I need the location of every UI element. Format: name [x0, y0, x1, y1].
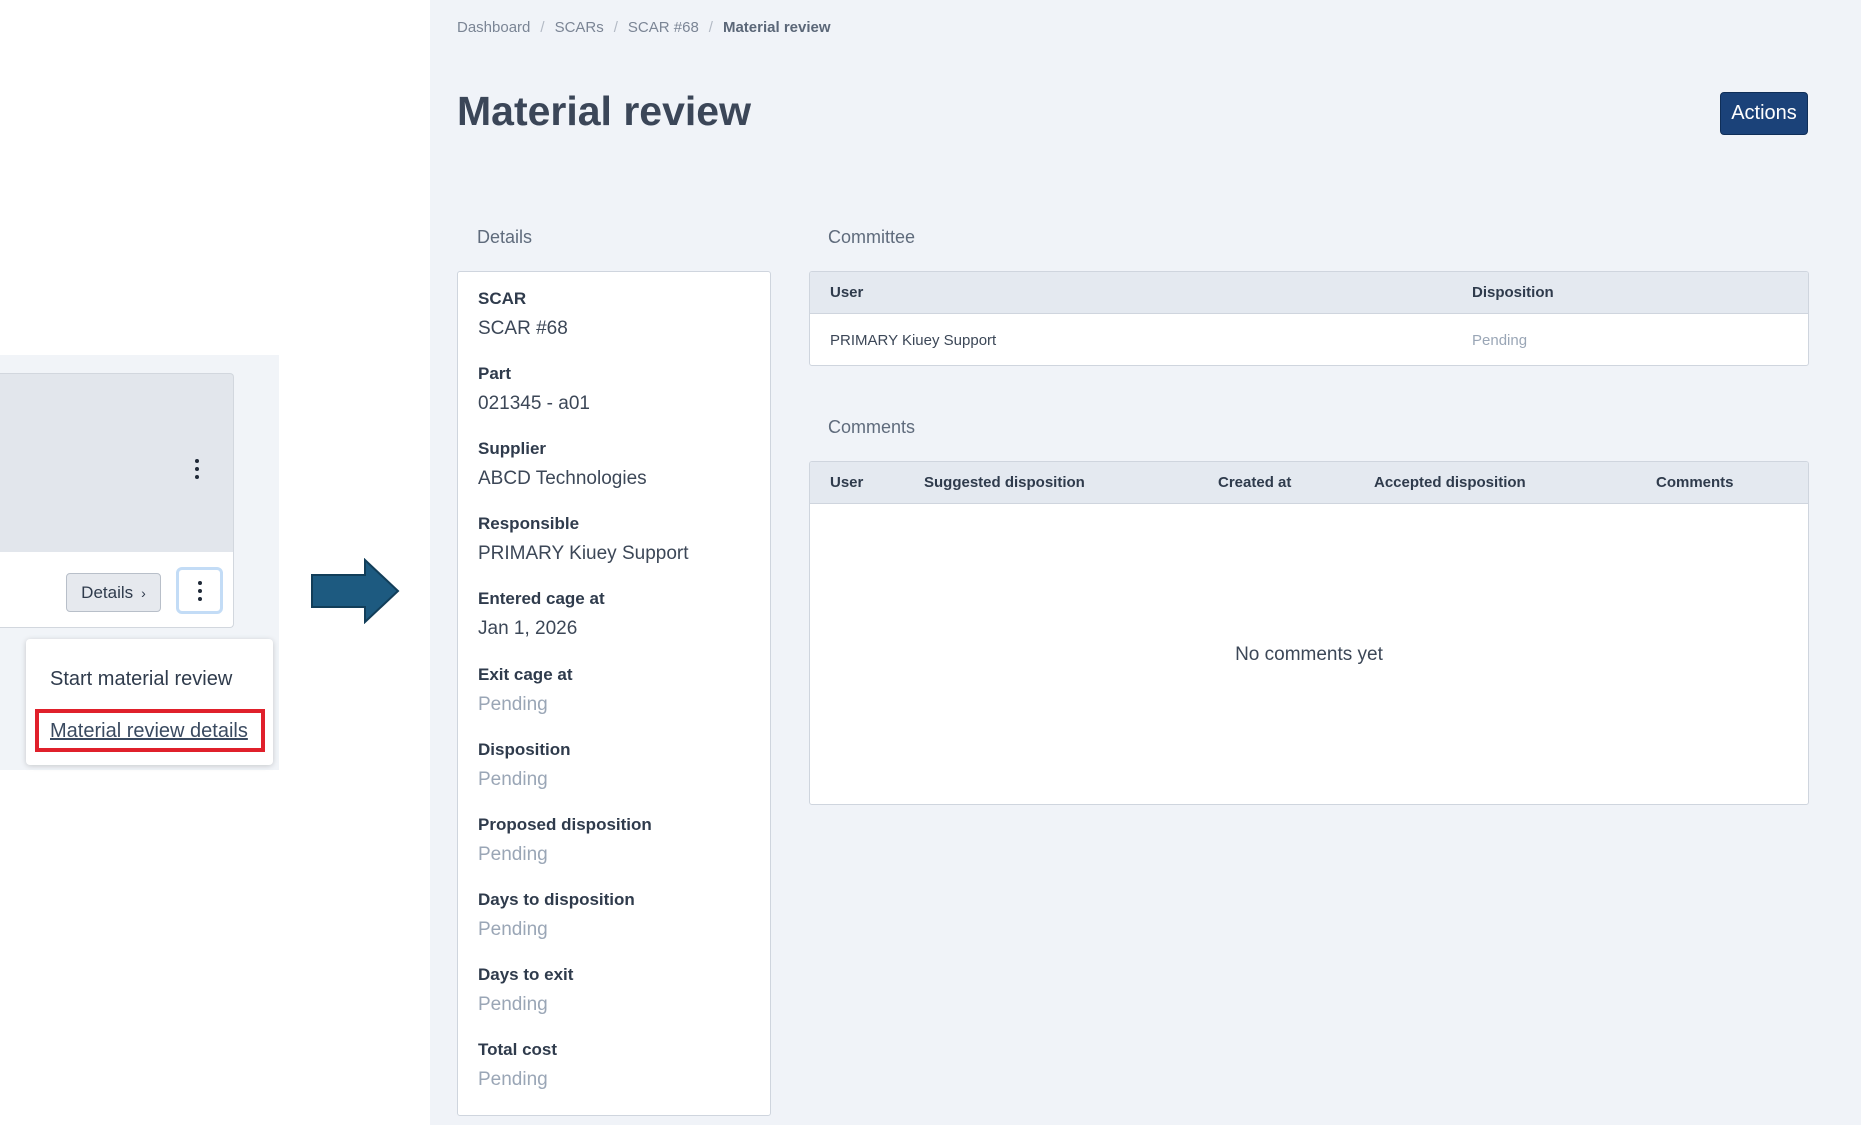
column-header-created-at[interactable]: Created at: [1218, 474, 1291, 491]
menu-item-start-material-review[interactable]: Start material review: [50, 668, 232, 691]
column-header-suggested-disposition[interactable]: Suggested disposition: [924, 474, 1085, 491]
more-options-button[interactable]: [176, 567, 223, 614]
field-supplier: Supplier ABCD Technologies: [478, 439, 647, 490]
breadcrumb-scar-68[interactable]: SCAR #68: [628, 19, 699, 36]
field-value: SCAR #68: [478, 318, 568, 339]
field-label: Days to disposition: [478, 890, 635, 909]
column-header-disposition[interactable]: Disposition: [1472, 284, 1554, 301]
field-responsible: Responsible PRIMARY Kiuey Support: [478, 514, 689, 565]
column-header-user[interactable]: User: [830, 474, 863, 491]
details-section-label: Details: [477, 227, 533, 247]
field-scar: SCAR SCAR #68: [478, 289, 568, 340]
chevron-right-icon: ›: [141, 584, 146, 601]
card-header: [0, 373, 234, 553]
field-disposition: Disposition Pending: [478, 740, 571, 791]
kebab-icon: [197, 580, 202, 585]
breadcrumb-separator: /: [540, 19, 545, 36]
field-value: Pending: [478, 1069, 548, 1090]
cell-disposition: Pending: [1472, 332, 1528, 349]
field-value: Jan 1, 2026: [478, 618, 578, 639]
highlight-box: [35, 709, 265, 752]
column-header-user[interactable]: User: [830, 284, 863, 301]
column-header-accepted-disposition[interactable]: Accepted disposition: [1374, 474, 1526, 491]
field-exit-cage-at: Exit cage at Pending: [478, 665, 573, 716]
field-label: Entered cage at: [478, 589, 605, 608]
card-inset: Details › Start material review Material…: [0, 355, 279, 770]
actions-button[interactable]: Actions: [1720, 92, 1808, 135]
field-value: Pending: [478, 844, 548, 865]
field-value: Pending: [478, 769, 548, 790]
table-header: User Disposition: [810, 272, 1808, 314]
details-button-label: Details: [81, 582, 134, 602]
field-value: Pending: [478, 919, 548, 940]
field-total-cost: Total cost Pending: [478, 1040, 557, 1091]
column-header-comments[interactable]: Comments: [1656, 474, 1734, 491]
breadcrumb-separator: /: [708, 19, 713, 36]
kebab-icon[interactable]: [194, 459, 200, 479]
comments-table: User Suggested disposition Created at Ac…: [809, 461, 1809, 805]
field-value: 021345 - a01: [478, 393, 590, 414]
field-days-to-exit: Days to exit Pending: [478, 965, 573, 1016]
field-entered-cage-at: Entered cage at Jan 1, 2026: [478, 589, 605, 640]
details-panel: SCAR SCAR #68 Part 021345 - a01 Supplier…: [457, 271, 771, 1116]
field-label: SCAR: [478, 289, 527, 308]
field-label: Part: [478, 364, 512, 383]
details-button[interactable]: Details ›: [66, 573, 161, 612]
field-label: Proposed disposition: [478, 815, 652, 834]
breadcrumb-current: Material review: [722, 19, 831, 36]
field-label: Responsible: [478, 514, 580, 533]
breadcrumb-dashboard[interactable]: Dashboard: [457, 19, 530, 36]
breadcrumb: Dashboard / SCARs / SCAR #68 / Material …: [457, 19, 831, 36]
field-proposed-disposition: Proposed disposition Pending: [478, 815, 652, 866]
committee-table: User Disposition PRIMARY Kiuey Support P…: [809, 271, 1809, 366]
page-title: Material review: [457, 88, 751, 134]
field-label: Disposition: [478, 740, 571, 759]
field-label: Supplier: [478, 439, 547, 458]
card-footer: Details ›: [0, 552, 234, 628]
table-row[interactable]: PRIMARY Kiuey Support Pending: [810, 314, 1808, 365]
arrow-right-icon: [311, 558, 400, 624]
field-label: Exit cage at: [478, 665, 573, 684]
field-days-to-disposition: Days to disposition Pending: [478, 890, 635, 941]
comments-section-label: Comments: [828, 417, 916, 437]
table-header: User Suggested disposition Created at Ac…: [810, 462, 1808, 504]
breadcrumb-separator: /: [613, 19, 618, 36]
field-part: Part 021345 - a01: [478, 364, 590, 415]
material-review-page: Dashboard / SCARs / SCAR #68 / Material …: [430, 0, 1861, 1125]
field-value: Pending: [478, 694, 548, 715]
dropdown-menu: Start material review Material review de…: [26, 639, 273, 765]
field-value: Pending: [478, 994, 548, 1015]
field-value: PRIMARY Kiuey Support: [478, 543, 689, 564]
field-value: ABCD Technologies: [478, 468, 647, 489]
cell-user: PRIMARY Kiuey Support: [830, 332, 997, 349]
field-label: Total cost: [478, 1040, 558, 1059]
empty-state: No comments yet: [1235, 644, 1383, 665]
field-label: Days to exit: [478, 965, 574, 984]
breadcrumb-scars[interactable]: SCARs: [555, 19, 604, 36]
committee-section-label: Committee: [828, 227, 916, 247]
